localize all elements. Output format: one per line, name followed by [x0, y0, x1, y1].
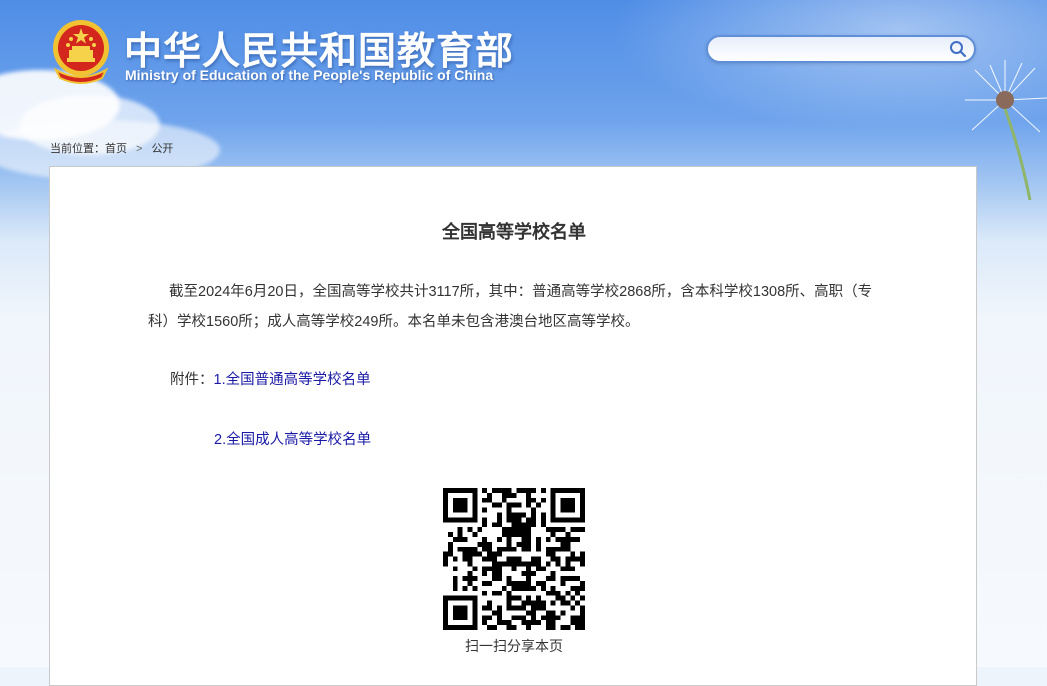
qr-caption: 扫一扫分享本页	[465, 638, 563, 654]
attachment-link-adult-institutions[interactable]: 2.全国成人高等学校名单	[214, 432, 371, 448]
attachment-row-1: 附件：1.全国普通高等学校名单	[170, 368, 371, 389]
breadcrumb: 当前位置：首页 > 公开	[50, 140, 173, 156]
attachment-row-2: 2.全国成人高等学校名单	[214, 428, 371, 449]
article-paragraph: 截至2024年6月20日，全国高等学校共计3117所，其中：普通高等学校2868…	[148, 284, 873, 330]
breadcrumb-separator: >	[136, 143, 143, 155]
article-title: 全国高等学校名单	[442, 222, 586, 242]
search-icon[interactable]	[948, 39, 968, 59]
attachments-label: 附件：	[170, 372, 214, 388]
site-subtitle: Ministry of Education of the People's Re…	[125, 67, 494, 83]
breadcrumb-home-link[interactable]: 首页	[105, 143, 127, 155]
breadcrumb-public-link[interactable]: 公开	[151, 143, 173, 155]
qr-code-icon	[443, 488, 585, 630]
attachment-link-regular-institutions[interactable]: 1.全国普通高等学校名单	[214, 372, 371, 388]
search-box	[706, 35, 976, 63]
national-emblem-icon	[53, 20, 109, 84]
search-input[interactable]	[720, 40, 944, 60]
article-container: 全国高等学校名单 截至2024年6月20日，全国高等学校共计3117所，其中：普…	[49, 166, 977, 686]
breadcrumb-prefix: 当前位置：	[50, 143, 105, 155]
